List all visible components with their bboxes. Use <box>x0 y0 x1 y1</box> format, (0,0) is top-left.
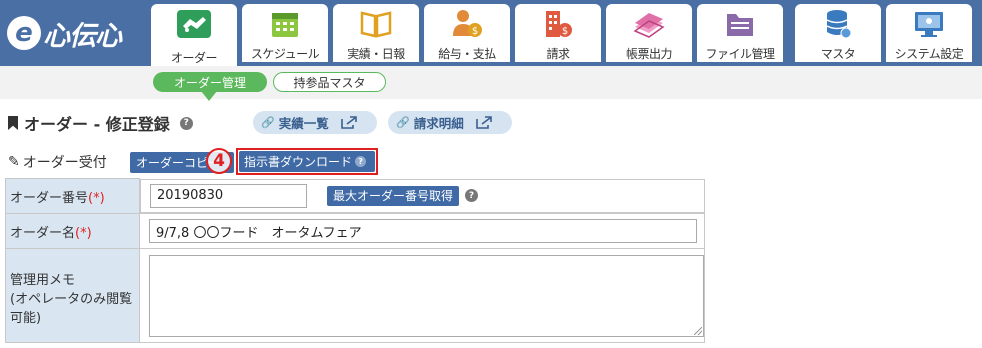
svg-text:$: $ <box>472 26 478 37</box>
tab-label: マスタ <box>820 47 856 61</box>
logo-mark: e <box>7 16 41 50</box>
building-money-icon: $ <box>538 7 578 41</box>
memo-row: 管理用メモ (オペレータのみ閲覧可能) <box>5 248 705 343</box>
get-max-order-number-button[interactable]: 最大オーダー番号取得 <box>327 185 460 206</box>
order-name-value-cell: 9/7,8 〇〇フード オータムフェア <box>139 213 705 249</box>
subnav-order-management[interactable]: オーダー管理 <box>153 72 267 92</box>
tab-label: オーダー <box>170 51 218 65</box>
tab-label: スケジュール <box>250 47 320 61</box>
order-number-row: オーダー番号(*) 20190830 最大オーダー番号取得 ? <box>5 178 705 214</box>
external-link-icon <box>340 116 357 129</box>
folder-icon <box>720 7 760 41</box>
billing-detail-link[interactable]: 🔗 請求明細 <box>388 111 512 134</box>
tab-billing[interactable]: $ 請求 <box>515 4 601 62</box>
results-list-label: 実績一覧 <box>278 116 329 131</box>
handshake-icon <box>174 7 214 41</box>
document-stack-icon <box>629 7 669 41</box>
monitor-settings-icon <box>909 7 949 41</box>
resize-handle-icon[interactable] <box>694 326 702 335</box>
tab-salary[interactable]: $ 給与・支払 <box>424 4 510 62</box>
person-money-icon: $ <box>447 7 487 41</box>
required-mark: (*) <box>75 225 92 241</box>
instruction-download-button[interactable]: 指示書ダウンロード ? <box>239 151 375 172</box>
tab-label: 帳票出力 <box>625 47 673 61</box>
help-icon[interactable]: ? <box>179 116 193 130</box>
required-mark: (*) <box>88 190 105 206</box>
memo-value-cell <box>139 248 705 343</box>
order-name-input[interactable]: 9/7,8 〇〇フード オータムフェア <box>149 219 697 243</box>
order-number-label: オーダー番号 <box>10 190 89 206</box>
help-icon[interactable]: ? <box>355 156 367 167</box>
order-name-label: オーダー名 <box>10 225 76 241</box>
tab-master[interactable]: マスタ <box>795 4 881 62</box>
logo-text: 心伝心 <box>43 20 122 52</box>
tab-reports[interactable]: 帳票出力 <box>606 4 692 62</box>
help-icon[interactable]: ? <box>465 189 479 202</box>
tab-label: 給与・支払 <box>438 47 496 61</box>
tab-files[interactable]: ファイル管理 <box>697 4 783 62</box>
results-list-link[interactable]: 🔗 実績一覧 <box>253 111 377 134</box>
calendar-icon <box>265 7 305 41</box>
page-heading: オーダー - 修正登録 ? <box>8 112 193 134</box>
order-reception-label: オーダー受付 <box>22 155 107 171</box>
database-icon <box>818 7 858 41</box>
memo-label: 管理用メモ (オペレータのみ閲覧可能) <box>5 248 140 343</box>
order-name-label-cell: オーダー名(*) <box>5 213 140 249</box>
memo-textarea[interactable] <box>149 254 704 337</box>
bookmark-icon <box>8 116 18 130</box>
pencil-icon: ✎ <box>8 154 20 170</box>
svg-text:$: $ <box>562 26 568 37</box>
tab-label: システム設定 <box>894 47 964 61</box>
link-icon: 🔗 <box>261 116 275 129</box>
tab-label: 実績・日報 <box>347 47 405 61</box>
tab-order[interactable]: オーダー <box>151 4 237 66</box>
order-number-value-cell: 20190830 最大オーダー番号取得 ? <box>140 178 705 213</box>
tab-label: ファイル管理 <box>705 47 775 61</box>
order-form-table: オーダー番号(*) 20190830 最大オーダー番号取得 ? オーダー名(*)… <box>5 178 705 343</box>
link-icon: 🔗 <box>396 116 410 129</box>
external-link-icon <box>475 116 492 129</box>
tab-schedule[interactable]: スケジュール <box>242 4 328 62</box>
order-reception-header: ✎ オーダー受付 <box>8 152 107 172</box>
order-number-label-cell: オーダー番号(*) <box>5 178 140 214</box>
app-logo[interactable]: e 心伝心 <box>7 12 142 54</box>
subnav-carry-items-master[interactable]: 持参品マスタ <box>273 72 386 92</box>
open-book-icon <box>356 7 396 41</box>
order-number-input[interactable]: 20190830 <box>150 183 307 208</box>
page-title: オーダー - 修正登録 <box>24 115 170 134</box>
active-indicator-arrow <box>201 91 217 101</box>
billing-detail-label: 請求明細 <box>413 116 464 131</box>
tab-system-settings[interactable]: システム設定 <box>886 4 972 62</box>
order-name-row: オーダー名(*) 9/7,8 〇〇フード オータムフェア <box>5 213 705 249</box>
tab-label: 請求 <box>546 47 570 61</box>
sub-navigation: オーダー管理 持参品マスタ <box>0 66 982 99</box>
top-navigation-bar: e 心伝心 オーダー スケジュール 実績・日報 $ 給与・支払 $ 請求 帳票出… <box>0 0 982 66</box>
tab-results[interactable]: 実績・日報 <box>333 4 419 62</box>
step-number-badge: 4 <box>203 146 235 176</box>
step-number: 4 <box>206 148 232 174</box>
instruction-download-label: 指示書ダウンロード <box>244 155 353 169</box>
